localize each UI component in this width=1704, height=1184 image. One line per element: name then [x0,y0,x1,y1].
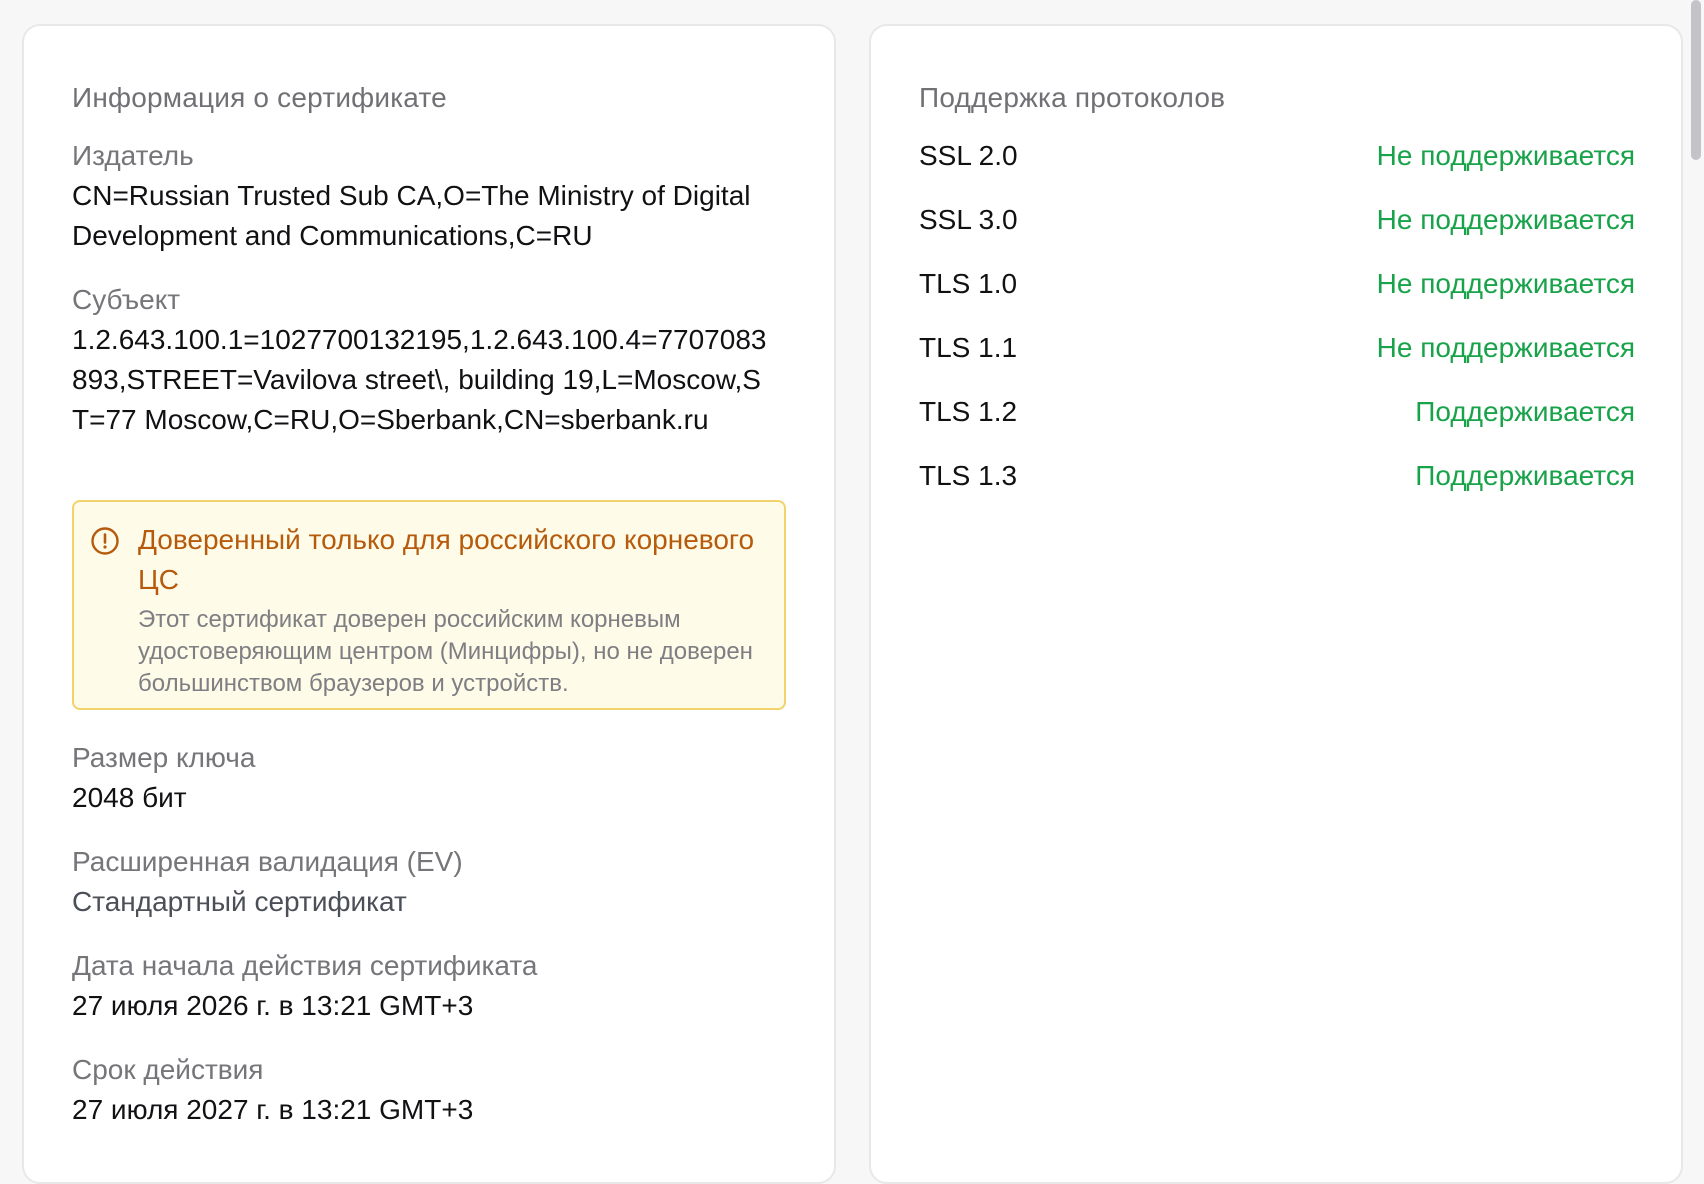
protocol-row: TLS 1.1 Не поддерживается [919,328,1635,368]
scrollbar-thumb[interactable] [1691,0,1701,160]
ev-field: Расширенная валидация (EV) Стандартный с… [72,842,802,922]
protocol-status: Не поддерживается [1376,140,1635,171]
protocol-name: TLS 1.0 [919,268,1018,299]
protocol-name: TLS 1.1 [919,332,1018,363]
protocol-status: Не поддерживается [1376,268,1635,299]
subject-value: 1.2.643.100.1=1027700132195,1.2.643.100.… [72,324,767,435]
protocol-row: TLS 1.2 Поддерживается [919,392,1635,432]
warning-title: Доверенный только для российского корнев… [138,524,755,595]
key-size-field: Размер ключа 2048 бит [72,738,802,818]
protocol-name: SSL 2.0 [919,140,1018,171]
page-scrollbar[interactable] [1688,0,1704,1146]
subject-label: Субъект [72,284,181,315]
protocol-name: TLS 1.3 [919,460,1018,491]
valid-to-field: Срок действия 27 июля 2027 г. в 13:21 GM… [72,1050,802,1130]
protocol-name: SSL 3.0 [919,204,1018,235]
issuer-value: CN=Russian Trusted Sub CA,O=The Ministry… [72,180,751,251]
protocol-row: SSL 2.0 Не поддерживается [919,136,1635,176]
protocol-status: Не поддерживается [1376,204,1635,235]
issuer-label: Издатель [72,140,194,171]
valid-to-value: 27 июля 2027 г. в 13:21 GMT+3 [72,1094,474,1125]
issuer-field: Издатель CN=Russian Trusted Sub CA,O=The… [72,136,802,256]
protocol-row: TLS 1.0 Не поддерживается [919,264,1635,304]
valid-from-value: 27 июля 2026 г. в 13:21 GMT+3 [72,990,474,1021]
protocol-row: SSL 3.0 Не поддерживается [919,200,1635,240]
trust-warning: Доверенный только для российского корнев… [72,500,786,710]
valid-from-label: Дата начала действия сертификата [72,950,538,981]
protocol-support-title: Поддержка протоколов [919,82,1226,113]
protocol-support-card: Поддержка протоколов SSL 2.0 Не поддержи… [869,24,1683,1184]
alert-circle-icon [91,527,119,555]
valid-from-field: Дата начала действия сертификата 27 июля… [72,946,802,1026]
protocol-status: Поддерживается [1415,396,1635,427]
warning-text: Этот сертификат доверен российским корне… [138,606,753,697]
protocol-name: TLS 1.2 [919,396,1018,427]
protocol-status: Не поддерживается [1376,332,1635,363]
certificate-info-card: Информация о сертификате Издатель CN=Rus… [22,24,836,1184]
protocol-status: Поддерживается [1415,460,1635,491]
ev-label: Расширенная валидация (EV) [72,846,463,877]
key-size-label: Размер ключа [72,742,256,773]
protocol-row: TLS 1.3 Поддерживается [919,456,1635,496]
ev-value: Стандартный сертификат [72,886,407,917]
valid-to-label: Срок действия [72,1054,264,1085]
subject-field: Субъект 1.2.643.100.1=1027700132195,1.2.… [72,280,802,440]
key-size-value: 2048 бит [72,782,187,813]
certificate-info-title: Информация о сертификате [72,82,447,113]
